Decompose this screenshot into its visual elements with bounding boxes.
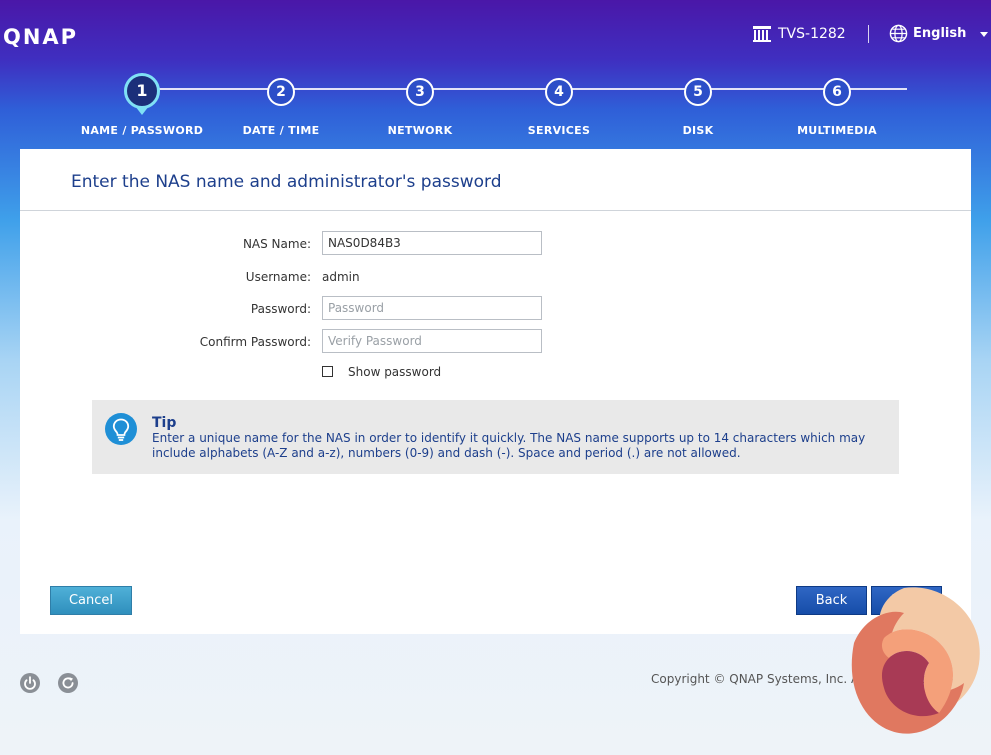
step-services[interactable]: 4 SERVICES: [489, 73, 629, 137]
step-number-badge: 2: [267, 78, 295, 106]
step-number-badge: 4: [545, 78, 573, 106]
cancel-button[interactable]: Cancel: [50, 586, 132, 615]
step-label: DATE / TIME: [242, 124, 320, 137]
qnap-logo: QNAP: [3, 25, 79, 49]
step-number-badge: 6: [823, 78, 851, 106]
step-label: NAME / PASSWORD: [80, 124, 204, 137]
username-value: admin: [322, 270, 360, 284]
username-label: Username:: [245, 270, 311, 284]
tip-text: Enter a unique name for the NAS in order…: [152, 431, 866, 460]
page-title: Enter the NAS name and administrator's p…: [71, 172, 502, 192]
step-name-password[interactable]: 1 NAME / PASSWORD: [72, 73, 212, 137]
tip-box: Tip Enter a unique name for the NAS in o…: [92, 400, 899, 474]
confirm-password-label: Confirm Password:: [199, 335, 311, 349]
tip-title: Tip: [152, 415, 177, 431]
password-label: Password:: [250, 302, 311, 316]
step-network[interactable]: 3 NETWORK: [350, 73, 490, 137]
step-label: SERVICES: [527, 124, 591, 137]
step-number-badge: 1: [124, 73, 160, 109]
wizard-panel: Enter the NAS name and administrator's p…: [20, 149, 971, 634]
step-label: DISK: [682, 124, 714, 137]
active-step-pointer: [135, 106, 149, 115]
nas-name-label: NAS Name:: [242, 237, 311, 251]
step-number-badge: 5: [684, 78, 712, 106]
step-number-badge: 3: [406, 78, 434, 106]
model-indicator: TVS-1282: [752, 25, 846, 42]
title-divider: [20, 210, 971, 211]
chevron-down-icon: [980, 32, 989, 37]
language-label: English: [913, 26, 967, 41]
step-label: MULTIMEDIA: [797, 124, 877, 137]
step-date-time[interactable]: 2 DATE / TIME: [211, 73, 351, 137]
power-icon[interactable]: [20, 673, 40, 693]
show-password-checkbox[interactable]: [322, 366, 333, 377]
confirm-password-input[interactable]: [322, 329, 542, 353]
logo-text: QNAP: [3, 25, 79, 49]
nas-name-input[interactable]: [322, 231, 542, 255]
step-multimedia[interactable]: 6 MULTIMEDIA: [767, 73, 907, 137]
language-selector[interactable]: English: [889, 24, 989, 43]
show-password-label[interactable]: Show password: [348, 365, 441, 379]
kitguru-watermark: [851, 587, 980, 734]
server-icon: [753, 26, 771, 42]
password-input[interactable]: [322, 296, 542, 320]
globe-icon: [889, 24, 908, 43]
wizard-stepper: 1 NAME / PASSWORD 2 DATE / TIME 3 NETWOR…: [0, 70, 991, 150]
model-name: TVS-1282: [778, 25, 846, 42]
header-divider: [868, 25, 869, 43]
step-disk[interactable]: 5 DISK: [628, 73, 768, 137]
lightbulb-icon: [105, 413, 137, 445]
restart-icon[interactable]: [58, 673, 78, 693]
step-label: NETWORK: [387, 124, 453, 137]
